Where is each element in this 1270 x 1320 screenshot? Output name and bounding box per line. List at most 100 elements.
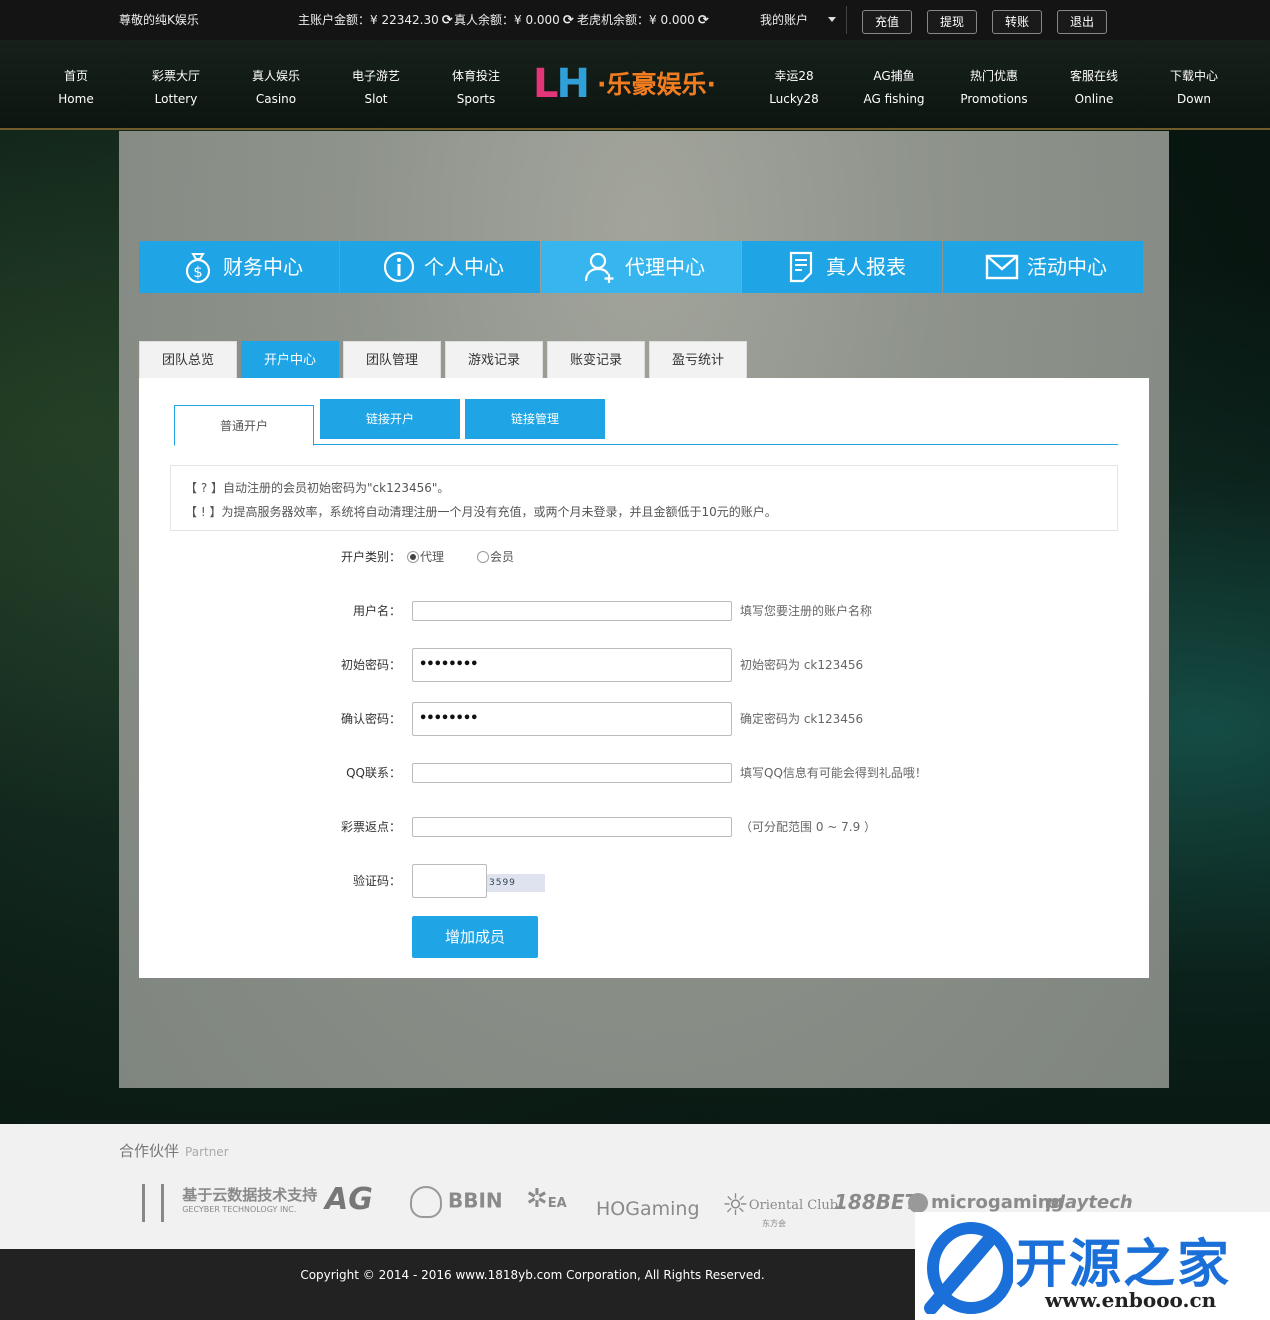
microgaming-icon <box>908 1193 928 1213</box>
qq-label: QQ联系： <box>346 766 401 780</box>
nav-item-promotions[interactable]: 热门优惠 Promotions <box>944 65 1044 111</box>
rebate-input[interactable] <box>412 817 732 837</box>
tab-normal-open[interactable]: 普通开户 <box>174 405 314 446</box>
refresh-icon[interactable]: ⟳ <box>698 13 709 28</box>
logo-letters: LH <box>533 61 590 107</box>
nav-label-cn: 真人娱乐 <box>251 69 300 83</box>
partner-logo-188bet: 188BET <box>834 1190 919 1214</box>
nav-label-en: Lucky28 <box>769 92 819 106</box>
partner-logo-microgaming: microgaming <box>908 1192 1064 1213</box>
nav-label-cn: 体育投注 <box>451 69 500 83</box>
confirm-password-row: 确认密码： •••••••• 确定密码为 ck123456 <box>139 702 1149 736</box>
nav-label-en: Down <box>1176 92 1211 106</box>
tab-label: 活动中心 <box>1027 255 1107 279</box>
watermark-url: www.enbooo.cn <box>1045 1288 1217 1312</box>
confirm-password-value: •••••••• <box>419 711 478 726</box>
partner-logo-text: microgaming <box>931 1192 1064 1213</box>
nav-item-lucky28[interactable]: 幸运28 Lucky28 <box>744 65 844 111</box>
tab-activity-center[interactable]: 活动中心 <box>943 241 1143 293</box>
copyright-text: Copyright © 2014 - 2016 www.1818yb.com C… <box>300 1268 765 1282</box>
partner-logo-text: EA <box>547 1196 567 1211</box>
user-plus-icon <box>584 252 614 283</box>
radio-member[interactable] <box>477 551 489 563</box>
tab-profit-loss[interactable]: 盈亏统计 <box>649 341 747 379</box>
tab-label: 真人报表 <box>826 255 906 279</box>
confirm-password-input[interactable]: •••••••• <box>412 702 732 736</box>
account-type-row: 开户类别： 代理 会员 <box>139 540 1149 574</box>
refresh-icon[interactable]: ⟳ <box>442 13 453 28</box>
nav-label-cn: 客服在线 <box>1069 69 1118 83</box>
nav-item-sports[interactable]: 体育投注 Sports <box>426 65 526 111</box>
main-nav: 首页 Home 彩票大厅 Lottery 真人娱乐 Casino 电子游艺 Slot 体… <box>0 40 1270 130</box>
transfer-button[interactable]: 转账 <box>992 10 1042 34</box>
live-balance-text: 真人余额：¥ 0.000 <box>454 13 560 27</box>
tab-live-report[interactable]: 真人报表 <box>742 241 942 293</box>
deposit-button[interactable]: 充值 <box>862 10 912 34</box>
tab-team-overview[interactable]: 团队总览 <box>139 341 237 379</box>
refresh-icon[interactable]: ⟳ <box>563 13 574 28</box>
notice-line: 【 ! 】为提高服务器效率，系统将自动清理注册一个月没有充值，或两个月未登录，并… <box>185 505 777 519</box>
mail-icon <box>985 254 1019 280</box>
password-input[interactable]: •••••••• <box>412 648 732 682</box>
radio-agent[interactable] <box>407 551 419 563</box>
nav-item-slot[interactable]: 电子游艺 Slot <box>326 65 426 111</box>
tab-label: 个人中心 <box>424 255 504 279</box>
partners-subtitle: Partner <box>185 1145 229 1159</box>
tab-label: 代理中心 <box>625 255 705 279</box>
nav-label-cn: AG捕鱼 <box>873 69 915 83</box>
chevron-down-icon[interactable] <box>828 17 836 22</box>
welcome-text: 尊敬的纯K娱乐 <box>119 13 199 27</box>
username-hint: 填写您要注册的账户名称 <box>740 604 873 618</box>
tab-game-records[interactable]: 游戏记录 <box>445 341 543 379</box>
add-member-button[interactable]: 增加成员 <box>412 916 538 958</box>
captcha-image[interactable]: 3599 <box>487 874 545 892</box>
password-label: 初始密码： <box>340 658 401 672</box>
confirm-password-hint: 确定密码为 ck123456 <box>740 712 864 726</box>
nav-label-cn: 彩票大厅 <box>151 69 200 83</box>
tab-link-management[interactable]: 链接管理 <box>465 399 605 439</box>
nav-label-en: Home <box>58 92 94 106</box>
tab-account-changes[interactable]: 账变记录 <box>547 341 645 379</box>
withdraw-button[interactable]: 提现 <box>927 10 977 34</box>
tab-account-opening[interactable]: 开户中心 <box>241 341 339 379</box>
qq-hint: 填写QQ信息有可能会得到礼品哦！ <box>740 766 927 780</box>
report-icon <box>789 251 813 283</box>
nav-item-download[interactable]: 下载中心 Down <box>1144 65 1244 111</box>
notice-line: 【 ? 】自动注册的会员初始密码为"ck123456"。 <box>185 481 450 495</box>
nav-item-home[interactable]: 首页 Home <box>26 65 126 111</box>
tab-finance-center[interactable]: $ 财务中心 <box>139 241 339 293</box>
nav-item-online[interactable]: 客服在线 Online <box>1044 65 1144 111</box>
tab-link-open[interactable]: 链接开户 <box>320 399 460 439</box>
qq-input[interactable] <box>412 763 732 783</box>
nav-label-cn: 首页 <box>63 69 88 83</box>
password-hint: 初始密码为 ck123456 <box>740 658 864 672</box>
tab-team-management[interactable]: 团队管理 <box>343 341 441 379</box>
tab-agent-center[interactable]: 代理中心 <box>541 241 741 293</box>
main-balance: 主账户金额：¥ 22342.30 ⟳ <box>298 11 453 28</box>
nav-label-en: Lottery <box>154 92 198 106</box>
captcha-label: 验证码： <box>352 874 401 888</box>
nav-item-ag-fishing[interactable]: AG捕鱼 AG fishing <box>844 65 944 111</box>
slot-balance: 老虎机余额：¥ 0.000 ⟳ <box>577 11 709 28</box>
ea-icon: ✲ <box>526 1184 548 1214</box>
site-logo[interactable]: LH ·乐豪娱乐· <box>533 64 743 106</box>
captcha-input[interactable] <box>412 864 487 898</box>
inner-tabs: 普通开户 链接开户 链接管理 <box>174 399 1118 446</box>
account-opening-card: 普通开户 链接开户 链接管理 【 ? 】自动注册的会员初始密码为"ck12345… <box>139 378 1149 978</box>
top-bar: 尊敬的纯K娱乐 主账户金额：¥ 22342.30 ⟳ 真人余额：¥ 0.000 ⟳ … <box>0 0 1270 40</box>
nav-label-en: Online <box>1074 92 1114 106</box>
nav-item-casino[interactable]: 真人娱乐 Casino <box>226 65 326 111</box>
tab-label: 财务中心 <box>223 255 303 279</box>
partner-logo-text: BBIN <box>448 1188 503 1213</box>
partner-logo-bbin: BBIN <box>410 1186 503 1218</box>
my-account-menu[interactable]: 我的账户 <box>760 11 808 28</box>
watermark-title: 开源之家 <box>1015 1235 1232 1295</box>
nav-item-lottery[interactable]: 彩票大厅 Lottery <box>126 65 226 111</box>
nav-label-cn: 幸运28 <box>774 69 814 83</box>
logout-button[interactable]: 退出 <box>1057 10 1107 34</box>
partners-title: 合作伙伴 Partner <box>119 1140 229 1161</box>
tab-personal-center[interactable]: 个人中心 <box>340 241 540 293</box>
partner-logo-ag: AG <box>325 1182 373 1217</box>
username-input[interactable] <box>412 601 732 621</box>
account-type-label: 开户类别： <box>340 550 401 564</box>
